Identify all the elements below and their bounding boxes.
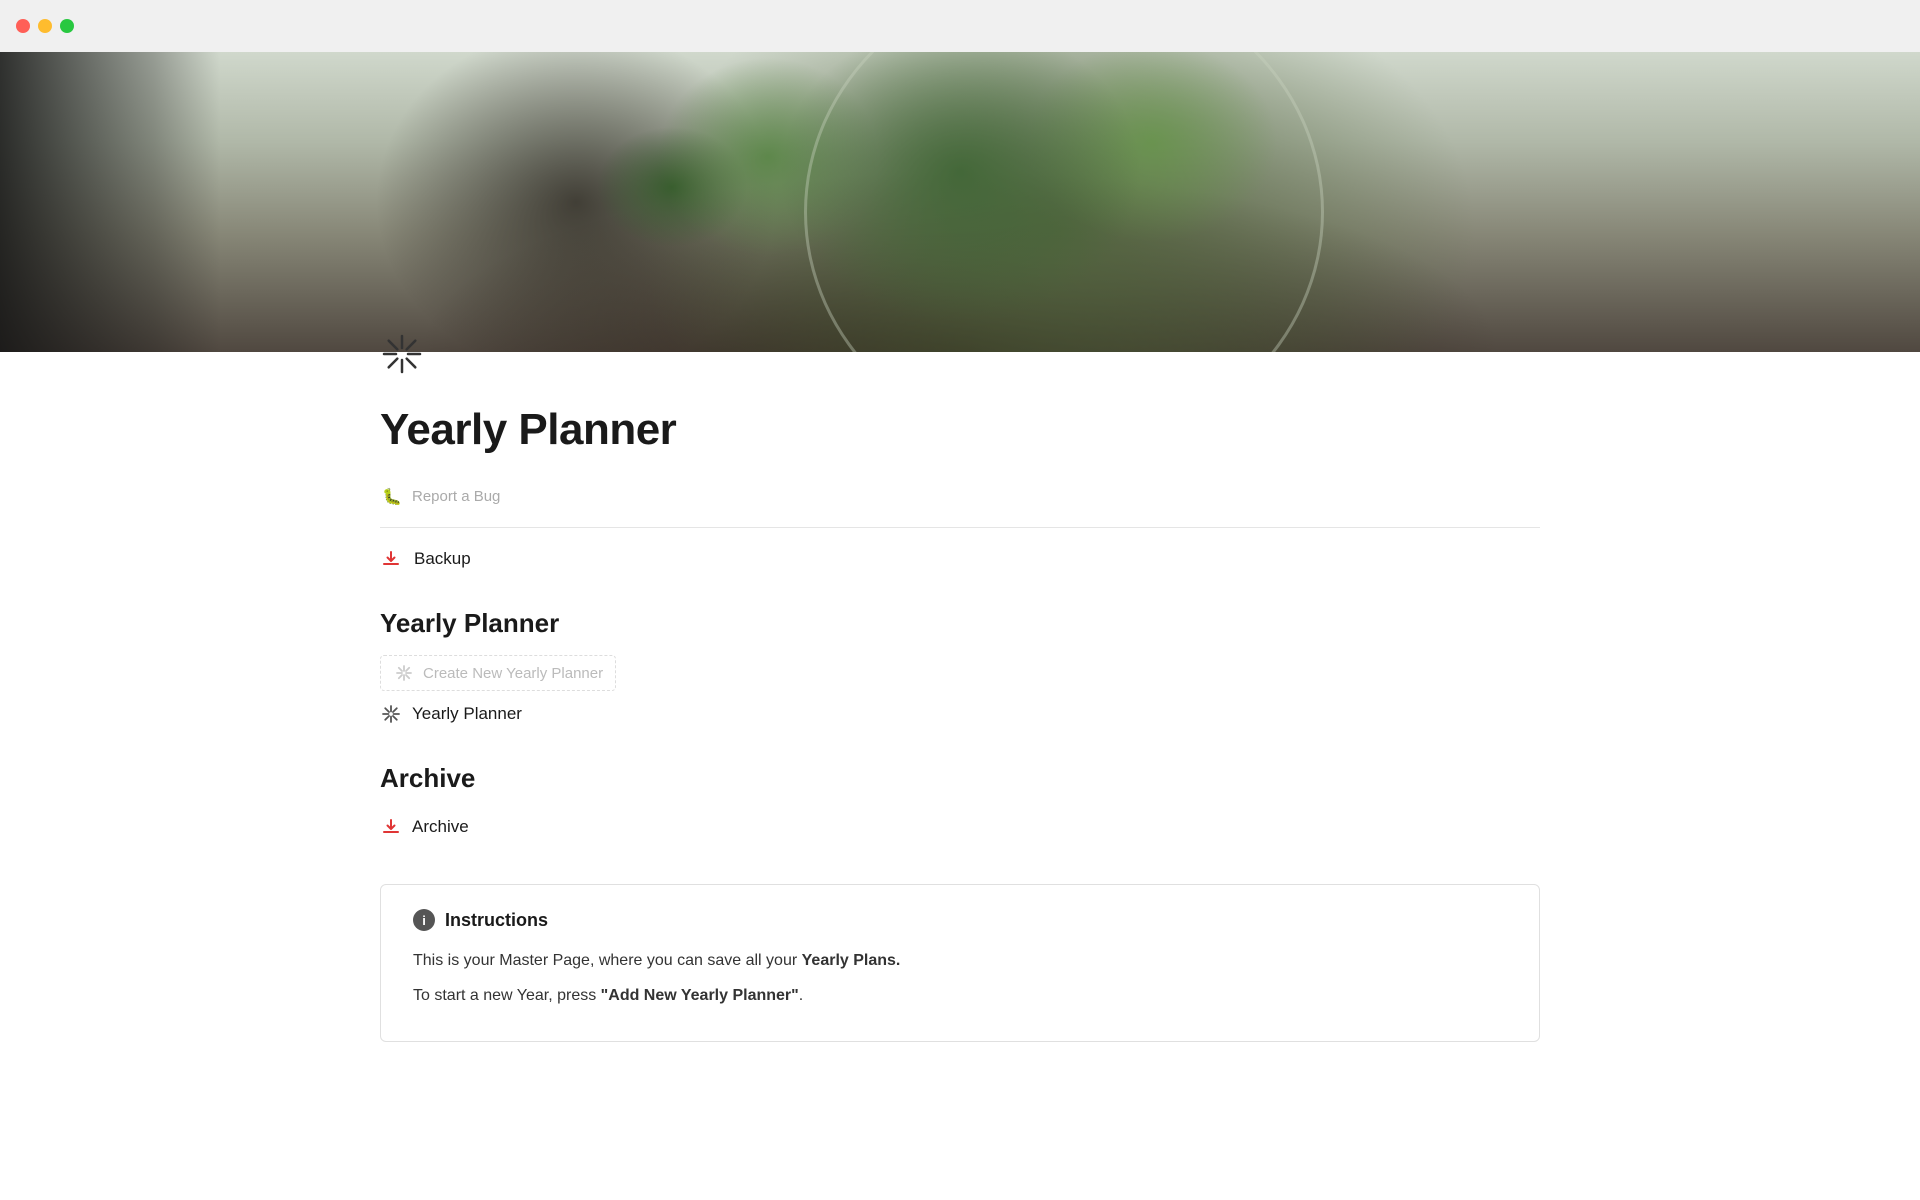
- svg-text:🐛: 🐛: [382, 487, 400, 505]
- create-new-icon: [393, 662, 415, 684]
- instructions-header: i Instructions: [413, 909, 1507, 931]
- sunburst-icon: [380, 332, 424, 376]
- instructions-line2-bold: "Add New Yearly Planner": [601, 987, 799, 1004]
- create-new-label: Create New Yearly Planner: [423, 665, 603, 682]
- yearly-planner-item-row[interactable]: Yearly Planner: [380, 697, 1540, 731]
- report-bug-row[interactable]: 🐛 Report a Bug: [380, 479, 1540, 513]
- maximize-button[interactable]: [60, 19, 74, 33]
- info-icon: i: [413, 909, 435, 931]
- hero-globe: [804, 52, 1324, 352]
- minimize-button[interactable]: [38, 19, 52, 33]
- instructions-line1-bold: Yearly Plans.: [802, 952, 901, 969]
- close-button[interactable]: [16, 19, 30, 33]
- instructions-line2-suffix: .: [799, 987, 803, 1004]
- instructions-line-2: To start a new Year, press "Add New Year…: [413, 982, 1507, 1009]
- hero-image: [0, 52, 1920, 352]
- instructions-heading: Instructions: [445, 910, 548, 931]
- archive-item-row[interactable]: Archive: [380, 810, 1540, 844]
- hero-keyboard: [0, 52, 220, 352]
- backup-label: Backup: [414, 549, 471, 569]
- bug-icon: 🐛: [380, 485, 402, 507]
- page-title: Yearly Planner: [380, 405, 1540, 455]
- titlebar: [0, 0, 1920, 52]
- yearly-planner-heading: Yearly Planner: [380, 608, 1540, 639]
- report-bug-label: Report a Bug: [412, 488, 500, 505]
- divider-1: [380, 527, 1540, 528]
- archive-item-label: Archive: [412, 817, 469, 837]
- yearly-planner-item-label: Yearly Planner: [412, 704, 522, 724]
- backup-row[interactable]: Backup: [380, 542, 1540, 576]
- create-new-yearly-planner-row[interactable]: Create New Yearly Planner: [380, 655, 616, 691]
- download-icon: [380, 548, 402, 570]
- instructions-line1-prefix: This is your Master Page, where you can …: [413, 952, 802, 969]
- instructions-line2-prefix: To start a new Year, press: [413, 987, 601, 1004]
- instructions-box: i Instructions This is your Master Page,…: [380, 884, 1540, 1042]
- yearly-planner-icon: [380, 703, 402, 725]
- page-content: Yearly Planner 🐛 Report a Bug Backup Yea…: [260, 332, 1660, 1042]
- archive-heading: Archive: [380, 763, 1540, 794]
- archive-download-icon: [380, 816, 402, 838]
- instructions-line-1: This is your Master Page, where you can …: [413, 947, 1507, 974]
